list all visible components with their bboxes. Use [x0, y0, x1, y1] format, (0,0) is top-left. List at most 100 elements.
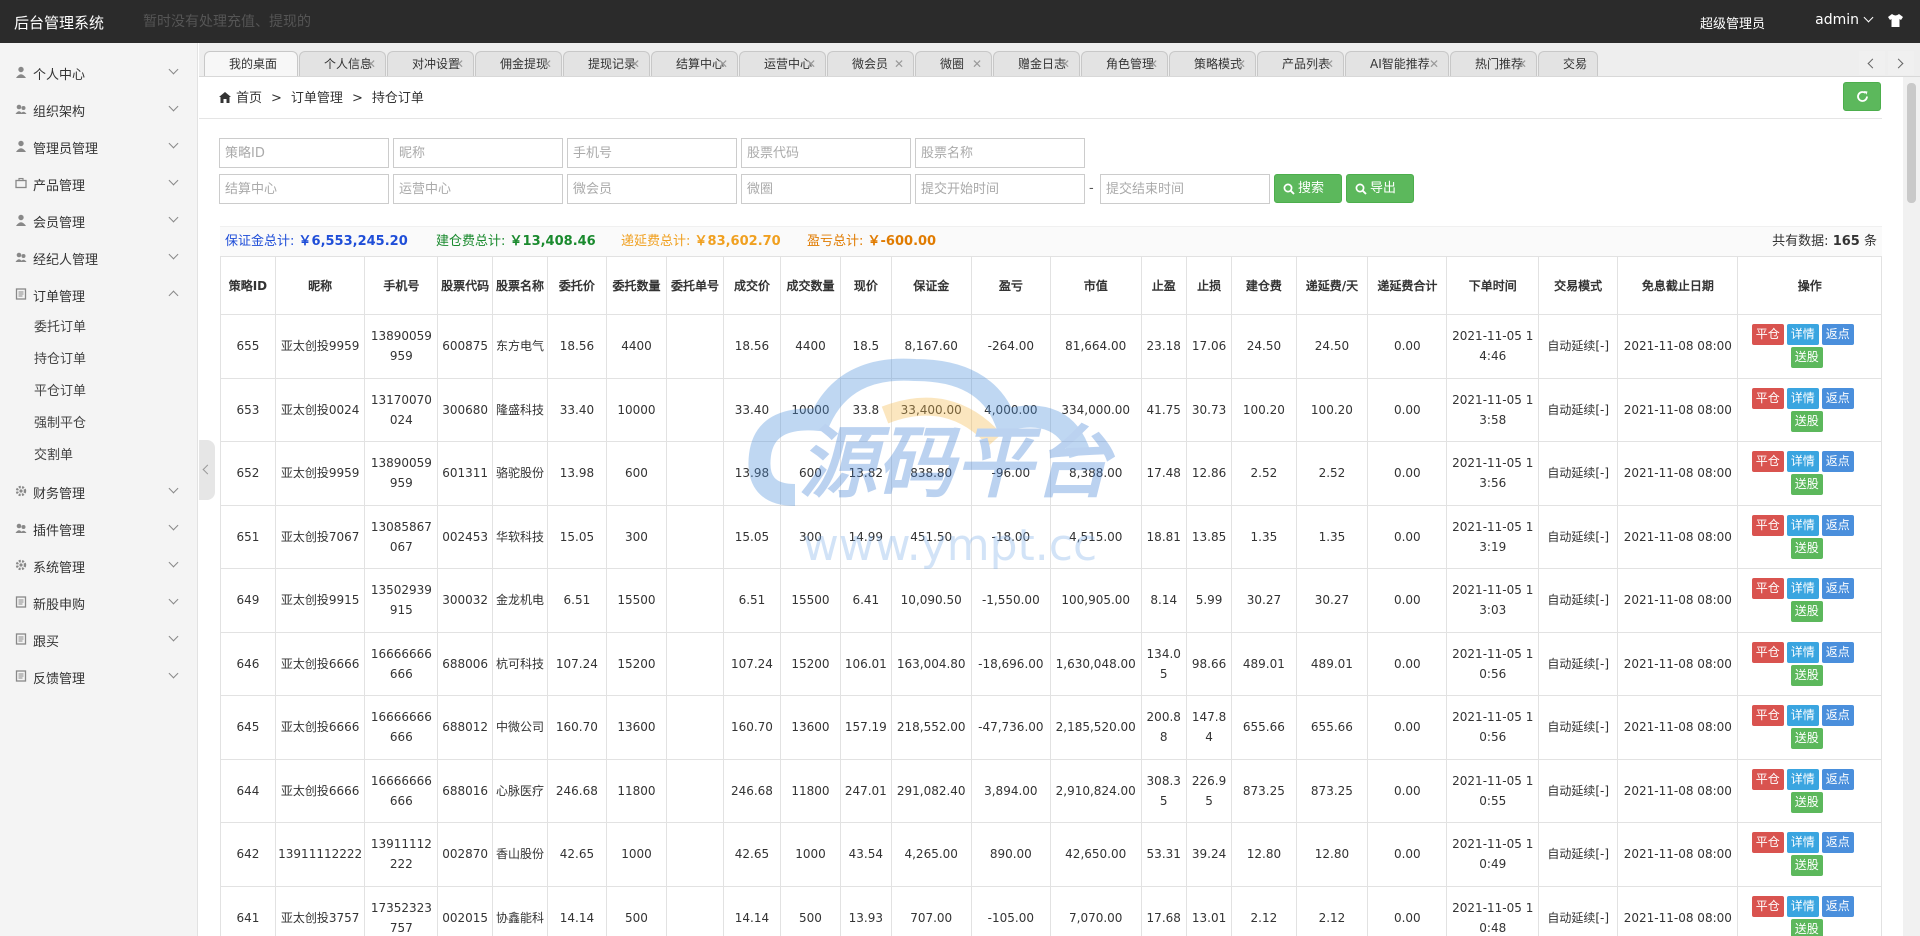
detail-button[interactable]: 详情 — [1786, 895, 1819, 917]
close-icon[interactable]: ✕ — [630, 52, 640, 76]
close-icon[interactable]: ✕ — [894, 52, 904, 76]
tab[interactable]: 赠金日志 ✕ — [993, 51, 1080, 76]
rebate-button[interactable]: 返点 — [1821, 895, 1854, 917]
sidebar-item[interactable]: 会员管理 — [0, 201, 197, 238]
gift-shares-button[interactable]: 送股 — [1790, 347, 1823, 369]
sidebar-subitem[interactable]: 委托订单 — [0, 312, 197, 344]
micro-circle-input[interactable] — [741, 174, 911, 204]
gift-shares-button[interactable]: 送股 — [1790, 601, 1823, 623]
sidebar-item[interactable]: 经纪人管理 — [0, 238, 197, 275]
rebate-button[interactable]: 返点 — [1821, 387, 1854, 409]
sidebar-collapse-toggle[interactable] — [199, 440, 215, 500]
rebate-button[interactable]: 返点 — [1821, 705, 1854, 727]
close-icon[interactable]: ✕ — [1429, 52, 1439, 76]
rebate-button[interactable]: 返点 — [1821, 641, 1854, 663]
breadcrumb-home[interactable]: 首页 — [236, 91, 262, 106]
sidebar-item[interactable]: 产品管理 — [0, 164, 197, 201]
sidebar-item[interactable]: 组织架构 — [0, 90, 197, 127]
sidebar-item[interactable]: 系统管理 — [0, 546, 197, 583]
sidebar-subitem[interactable]: 持仓订单 — [0, 344, 197, 376]
tab[interactable]: 微会员 ✕ — [827, 51, 914, 76]
gift-shares-button[interactable]: 送股 — [1790, 664, 1823, 686]
sidebar-subitem[interactable]: 交割单 — [0, 440, 197, 472]
micro-member-input[interactable] — [567, 174, 737, 204]
close-position-button[interactable]: 平仓 — [1751, 578, 1784, 600]
detail-button[interactable]: 详情 — [1786, 768, 1819, 790]
tab[interactable]: 角色管理 ✕ — [1081, 51, 1168, 76]
tab[interactable]: 热门推荐 ✕ — [1450, 51, 1537, 76]
sidebar-item[interactable]: 新股申购 — [0, 583, 197, 620]
close-position-button[interactable]: 平仓 — [1751, 832, 1784, 854]
ops-center-input[interactable] — [393, 174, 563, 204]
tab[interactable]: 佣金提现 ✕ — [475, 51, 562, 76]
close-icon[interactable]: ✕ — [1324, 52, 1334, 76]
detail-button[interactable]: 详情 — [1786, 451, 1819, 473]
sidebar-item[interactable]: 跟买 — [0, 620, 197, 657]
close-icon[interactable]: ✕ — [718, 52, 728, 76]
sidebar-item[interactable]: 插件管理 — [0, 509, 197, 546]
detail-button[interactable]: 详情 — [1786, 324, 1819, 346]
breadcrumb-section[interactable]: 订单管理 — [291, 91, 343, 106]
close-icon[interactable]: ✕ — [454, 52, 464, 76]
sidebar-item[interactable]: 反馈管理 — [0, 657, 197, 694]
tab[interactable]: 对冲设置 ✕ — [387, 51, 474, 76]
close-position-button[interactable]: 平仓 — [1751, 705, 1784, 727]
stock-name-input[interactable] — [915, 138, 1085, 168]
gift-shares-button[interactable]: 送股 — [1790, 728, 1823, 750]
gift-shares-button[interactable]: 送股 — [1790, 918, 1823, 936]
detail-button[interactable]: 详情 — [1786, 578, 1819, 600]
close-icon[interactable]: ✕ — [1517, 52, 1527, 76]
rebate-button[interactable]: 返点 — [1821, 514, 1854, 536]
tab[interactable]: 策略模式 ✕ — [1169, 51, 1256, 76]
gift-shares-button[interactable]: 送股 — [1790, 855, 1823, 877]
tab[interactable]: 结算中心 ✕ — [651, 51, 738, 76]
end-time-input[interactable] — [1100, 174, 1270, 204]
gift-shares-button[interactable]: 送股 — [1790, 474, 1823, 496]
close-position-button[interactable]: 平仓 — [1751, 324, 1784, 346]
close-icon[interactable]: ✕ — [806, 52, 816, 76]
settle-center-input[interactable] — [219, 174, 389, 204]
scrollbar[interactable] — [1903, 77, 1920, 936]
search-button[interactable]: 搜索 — [1274, 174, 1342, 203]
close-position-button[interactable]: 平仓 — [1751, 514, 1784, 536]
close-icon[interactable]: ✕ — [1148, 52, 1158, 76]
close-position-button[interactable]: 平仓 — [1751, 768, 1784, 790]
close-position-button[interactable]: 平仓 — [1751, 641, 1784, 663]
close-icon[interactable]: ✕ — [366, 52, 376, 76]
tabs-next-button[interactable] — [1888, 51, 1914, 75]
refresh-button[interactable] — [1843, 82, 1881, 111]
stock-code-input[interactable] — [741, 138, 911, 168]
sidebar-item[interactable]: 订单管理 — [0, 275, 197, 312]
tab[interactable]: 我的桌面 — [204, 51, 298, 76]
rebate-button[interactable]: 返点 — [1821, 451, 1854, 473]
gift-shares-button[interactable]: 送股 — [1790, 410, 1823, 432]
close-position-button[interactable]: 平仓 — [1751, 895, 1784, 917]
sidebar-item[interactable]: 财务管理 — [0, 472, 197, 509]
phone-input[interactable] — [567, 138, 737, 168]
detail-button[interactable]: 详情 — [1786, 705, 1819, 727]
shirt-icon[interactable] — [1887, 13, 1904, 28]
tab[interactable]: 交易 ✕ — [1538, 51, 1598, 76]
start-time-input[interactable] — [915, 174, 1085, 204]
scrollbar-thumb[interactable] — [1907, 83, 1916, 203]
close-icon[interactable]: ✕ — [1578, 52, 1588, 76]
export-button[interactable]: 导出 — [1346, 174, 1414, 203]
gift-shares-button[interactable]: 送股 — [1790, 537, 1823, 559]
tab[interactable]: 个人信息 ✕ — [299, 51, 386, 76]
detail-button[interactable]: 详情 — [1786, 832, 1819, 854]
sidebar-subitem[interactable]: 强制平仓 — [0, 408, 197, 440]
rebate-button[interactable]: 返点 — [1821, 768, 1854, 790]
sidebar-item[interactable]: 个人中心 — [0, 53, 197, 90]
close-icon[interactable]: ✕ — [542, 52, 552, 76]
close-icon[interactable]: ✕ — [1060, 52, 1070, 76]
tab[interactable]: 运营中心 ✕ — [739, 51, 826, 76]
gift-shares-button[interactable]: 送股 — [1790, 791, 1823, 813]
rebate-button[interactable]: 返点 — [1821, 324, 1854, 346]
tab[interactable]: 产品列表 ✕ — [1257, 51, 1344, 76]
detail-button[interactable]: 详情 — [1786, 514, 1819, 536]
nickname-input[interactable] — [393, 138, 563, 168]
sidebar-item[interactable]: 管理员管理 — [0, 127, 197, 164]
strategy-id-input[interactable] — [219, 138, 389, 168]
sidebar-subitem[interactable]: 平仓订单 — [0, 376, 197, 408]
rebate-button[interactable]: 返点 — [1821, 578, 1854, 600]
